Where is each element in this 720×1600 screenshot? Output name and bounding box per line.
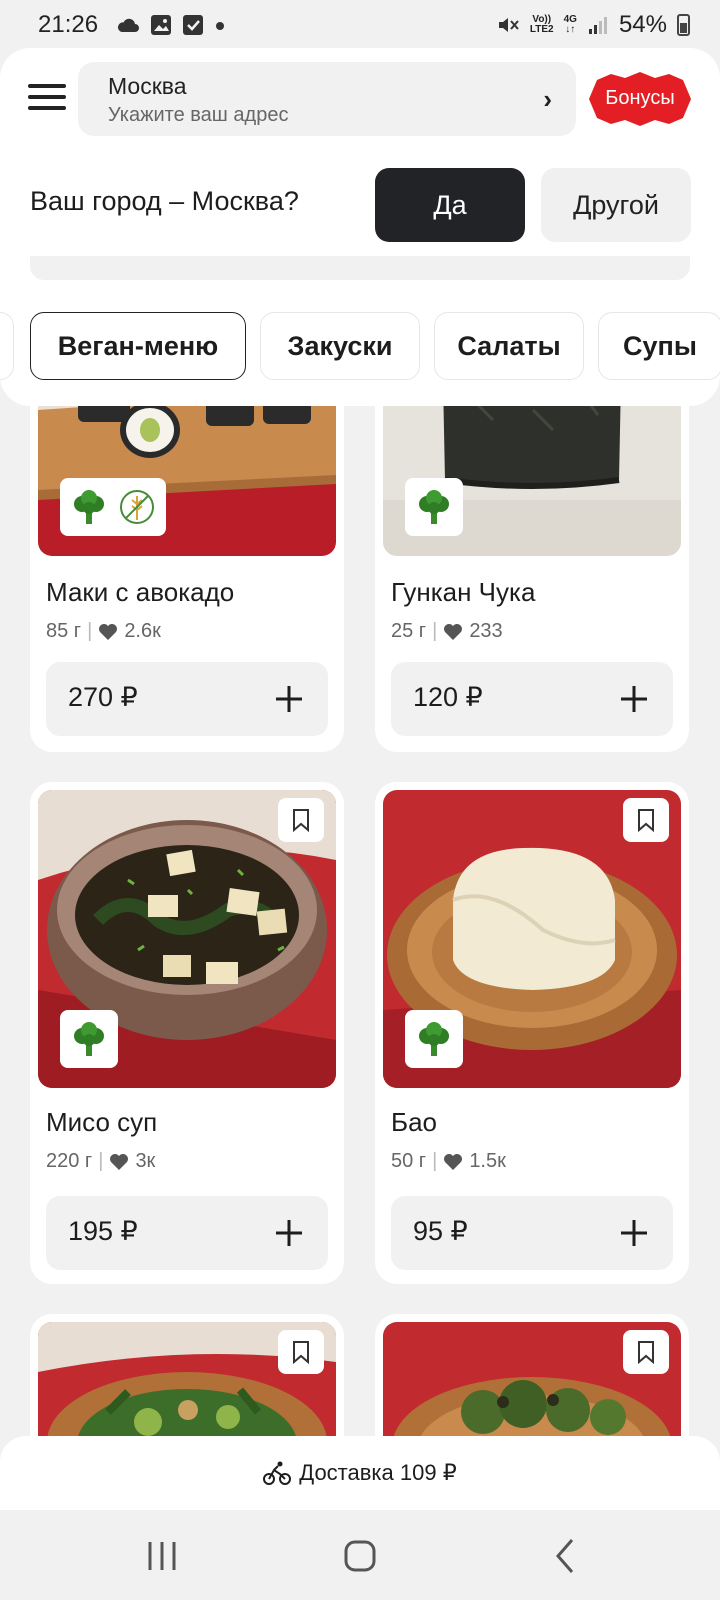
product-card[interactable] [30, 1314, 344, 1454]
product-likes: 1.5к [469, 1150, 506, 1172]
diet-badges [405, 478, 463, 536]
home-icon[interactable] [330, 1534, 390, 1578]
volte-indicator: Vo)) LTE2 [530, 15, 554, 35]
product-meta: 25 г | 233 [391, 620, 503, 642]
product-name: Мисо суп [46, 1107, 158, 1137]
product-name: Маки с авокадо [46, 577, 235, 607]
checkbox-icon [183, 15, 203, 35]
category-chip-salads[interactable]: Салаты [434, 312, 584, 380]
bookmark-icon[interactable] [278, 1330, 324, 1374]
add-to-cart-button[interactable]: 95 ₽ [391, 1196, 673, 1270]
category-chip-soups[interactable]: Супы [598, 312, 720, 380]
diet-badges [60, 1010, 118, 1068]
city-question: Ваш город – Москва? [30, 186, 299, 216]
vegan-icon [74, 1022, 104, 1056]
product-weight: 85 г [46, 620, 82, 642]
category-chip-hidden[interactable] [0, 312, 14, 380]
add-to-cart-button[interactable]: 270 ₽ [46, 662, 328, 736]
gluten-free-icon [120, 490, 154, 524]
network-type: 4G ↓↑ [563, 14, 577, 35]
system-nav-bar [0, 1510, 720, 1600]
heart-icon [99, 623, 118, 640]
diet-badges [60, 478, 166, 536]
diet-badges [405, 1010, 463, 1068]
dot-icon [216, 22, 224, 30]
product-card[interactable]: Маки с авокадо 85 г | 2.6к 270 ₽ [30, 380, 344, 752]
delivery-bar[interactable]: Доставка 109 ₽ [0, 1436, 720, 1510]
product-name: Бао [391, 1107, 437, 1137]
vegan-icon [74, 490, 104, 524]
vegan-icon [419, 490, 449, 524]
chevron-right-icon: › [543, 84, 552, 114]
product-meta: 85 г | 2.6к [46, 620, 161, 642]
plus-icon [621, 1220, 647, 1246]
product-likes: 3к [135, 1150, 156, 1172]
product-card[interactable]: Бао 50 г | 1.5к 95 ₽ [375, 782, 689, 1284]
address-selector[interactable]: Москва Укажите ваш адрес › [78, 62, 576, 136]
signal-icon [588, 17, 607, 34]
product-weight: 220 г [46, 1150, 93, 1172]
lte-label: LTE2 [529, 24, 554, 35]
plus-icon [276, 686, 302, 712]
heart-icon [444, 623, 463, 640]
category-chip-vegan[interactable]: Веган-меню [30, 312, 246, 380]
system-status: Vo)) LTE2 4G ↓↑ 54% [496, 11, 690, 39]
heart-icon [444, 1153, 463, 1170]
courier-bike-icon [263, 1461, 292, 1485]
confirm-city-button[interactable]: Да [375, 168, 525, 242]
status-time: 21:26 [38, 11, 99, 38]
bonus-button[interactable]: Бонусы [589, 72, 691, 126]
header-panel: Москва Укажите ваш адрес › Бонусы Ваш го… [0, 48, 720, 256]
product-card[interactable] [375, 1314, 689, 1454]
status-bar: 21:26 Vo)) LTE2 4G ↓↑ 54% [0, 0, 720, 50]
product-likes: 2.6к [124, 620, 161, 642]
product-card[interactable]: Гункан Чука 25 г | 233 120 ₽ [375, 380, 689, 752]
cloud-icon [117, 18, 139, 32]
bonus-label: Бонусы [605, 87, 675, 109]
bookmark-icon[interactable] [278, 798, 324, 842]
product-meta: 50 г | 1.5к [391, 1150, 506, 1172]
product-price: 270 ₽ [68, 682, 138, 712]
product-card[interactable]: Мисо суп 220 г | 3к 195 ₽ [30, 782, 344, 1284]
address-city: Москва [108, 73, 187, 99]
other-city-button[interactable]: Другой [541, 168, 691, 242]
product-name: Гункан Чука [391, 577, 536, 607]
bookmark-icon[interactable] [623, 1330, 669, 1374]
battery-percent: 54% [618, 11, 667, 38]
hamburger-menu-icon[interactable] [28, 84, 66, 112]
bookmark-icon[interactable] [623, 798, 669, 842]
address-hint: Укажите ваш адрес [108, 104, 289, 126]
product-price: 95 ₽ [413, 1216, 468, 1246]
plus-icon [276, 1220, 302, 1246]
plus-icon [621, 686, 647, 712]
category-bar: Веган-меню Закуски Салаты Супы [0, 256, 720, 406]
product-price: 195 ₽ [68, 1216, 138, 1246]
add-to-cart-button[interactable]: 120 ₽ [391, 662, 673, 736]
search-strip [30, 256, 690, 280]
image-icon [151, 15, 171, 35]
back-icon[interactable] [536, 1534, 596, 1578]
add-to-cart-button[interactable]: 195 ₽ [46, 1196, 328, 1270]
battery-icon [677, 14, 690, 36]
heart-icon [110, 1153, 129, 1170]
recent-apps-icon[interactable] [132, 1534, 192, 1578]
delivery-label: Доставка 109 ₽ [299, 1460, 457, 1485]
product-meta: 220 г | 3к [46, 1150, 156, 1172]
product-weight: 25 г [391, 620, 427, 642]
mute-icon [498, 18, 519, 32]
vegan-icon [419, 1022, 449, 1056]
product-likes: 233 [469, 620, 503, 642]
product-weight: 50 г [391, 1150, 427, 1172]
category-chip-snacks[interactable]: Закуски [260, 312, 420, 380]
product-price: 120 ₽ [413, 682, 483, 712]
notification-icons [116, 14, 226, 36]
